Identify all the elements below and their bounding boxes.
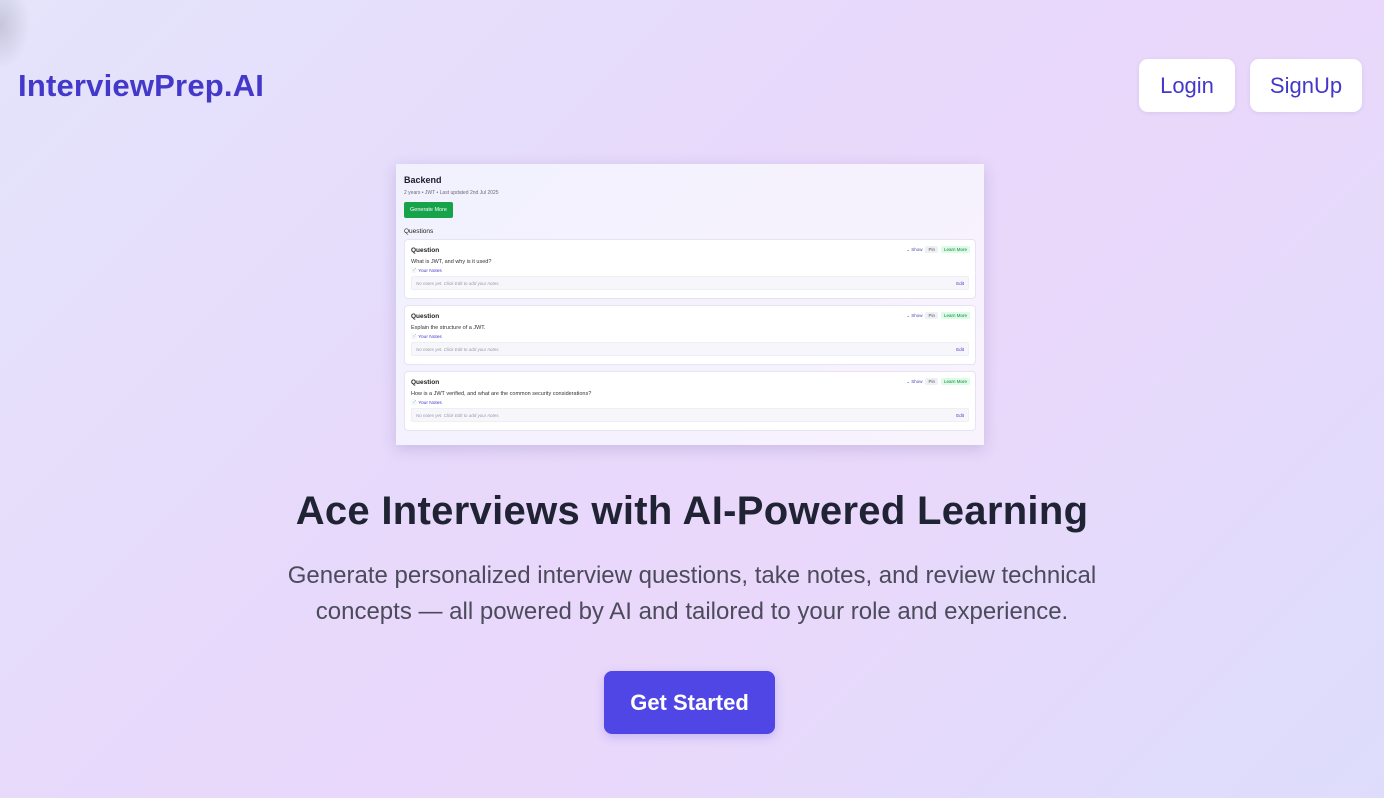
question-heading: Question — [411, 379, 440, 386]
notes-label: 📄 Your Notes — [411, 269, 442, 274]
preview-question-card: Question ⌄ Show Pin Learn More Explain t… — [404, 305, 976, 365]
app-preview-image: Backend 2 years • JWT • Last updated 2nd… — [396, 164, 984, 445]
learn-more-badge: Learn More — [940, 246, 970, 253]
show-toggle: ⌄ Show — [906, 312, 923, 318]
notes-box: No notes yet. Click Edit to add your not… — [411, 342, 969, 356]
get-started-button[interactable]: Get Started — [604, 671, 775, 734]
show-toggle: ⌄ Show — [906, 246, 923, 252]
question-text: How is a JWT verified, and what are the … — [411, 391, 592, 397]
question-text: What is JWT, and why is it used? — [411, 259, 492, 265]
notes-label: 📄 Your Notes — [411, 335, 442, 340]
notes-placeholder: No notes yet. Click Edit to add your not… — [416, 347, 500, 352]
question-heading: Question — [411, 247, 440, 254]
learn-more-badge: Learn More — [940, 312, 970, 319]
pin-badge: Pin — [925, 246, 938, 253]
learn-more-badge: Learn More — [940, 378, 970, 385]
show-toggle: ⌄ Show — [906, 378, 923, 384]
preview-session-meta: 2 years • JWT • Last updated 2nd Jul 202… — [404, 190, 499, 196]
signup-button[interactable]: SignUp — [1250, 59, 1362, 112]
notes-box: No notes yet. Click Edit to add your not… — [411, 408, 969, 422]
pin-badge: Pin — [925, 312, 938, 319]
notes-placeholder: No notes yet. Click Edit to add your not… — [416, 413, 500, 418]
notes-label: 📄 Your Notes — [411, 401, 442, 406]
preview-session-title: Backend — [404, 175, 442, 185]
question-tools: ⌄ Show Pin Learn More — [906, 246, 970, 253]
pin-badge: Pin — [925, 378, 938, 385]
preview-question-card: Question ⌄ Show Pin Learn More How is a … — [404, 371, 976, 431]
question-text: Explain the structure of a JWT. — [411, 325, 486, 331]
question-tools: ⌄ Show Pin Learn More — [906, 312, 970, 319]
preview-question-card: Question ⌄ Show Pin Learn More What is J… — [404, 239, 976, 299]
corner-shadow — [0, 0, 30, 70]
preview-questions-heading: Questions — [404, 228, 434, 235]
notes-edit-link: Edit — [956, 281, 964, 286]
question-heading: Question — [411, 313, 440, 320]
notes-edit-link: Edit — [956, 347, 964, 352]
notes-edit-link: Edit — [956, 413, 964, 418]
login-button[interactable]: Login — [1139, 59, 1235, 112]
brand-logo[interactable]: InterviewPrep.AI — [18, 68, 264, 104]
question-tools: ⌄ Show Pin Learn More — [906, 378, 970, 385]
hero-subtext: Generate personalized interview question… — [287, 562, 1097, 625]
hero-headline: Ace Interviews with AI-Powered Learning — [295, 489, 1089, 533]
notes-placeholder: No notes yet. Click Edit to add your not… — [416, 281, 500, 286]
notes-box: No notes yet. Click Edit to add your not… — [411, 276, 969, 290]
preview-generate-more-button: Generate More — [404, 202, 453, 218]
